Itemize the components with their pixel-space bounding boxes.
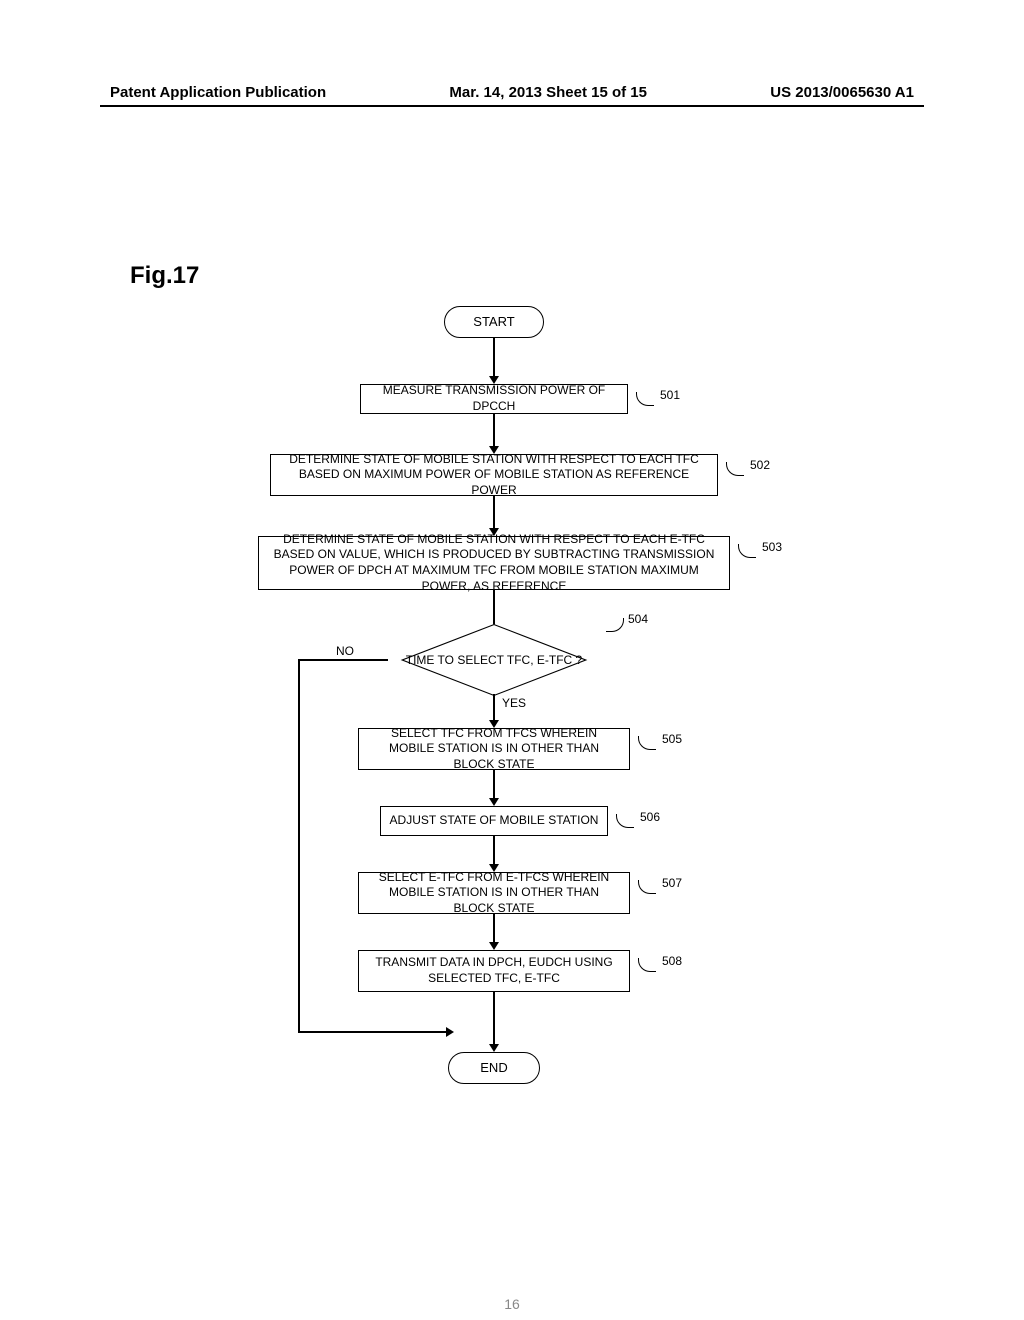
step-501: MEASURE TRANSMISSION POWER OF DPCCH bbox=[360, 384, 628, 414]
step-501-text: MEASURE TRANSMISSION POWER OF DPCCH bbox=[369, 383, 619, 414]
step-502-text: DETERMINE STATE OF MOBILE STATION WITH R… bbox=[279, 452, 709, 499]
step-508: TRANSMIT DATA IN DPCH, EUDCH USING SELEC… bbox=[358, 950, 630, 992]
step-502: DETERMINE STATE OF MOBILE STATION WITH R… bbox=[270, 454, 718, 496]
step-506: ADJUST STATE OF MOBILE STATION bbox=[380, 806, 608, 836]
step-507: SELECT E-TFC FROM E-TFCS WHEREIN MOBILE … bbox=[358, 872, 630, 914]
connector bbox=[493, 992, 495, 1046]
header-right: US 2013/0065630 A1 bbox=[770, 84, 914, 101]
ref-curve-icon bbox=[636, 392, 654, 406]
arrow-right-icon bbox=[446, 1027, 454, 1037]
header-rule bbox=[100, 105, 924, 107]
decision-504: TIME TO SELECT TFC, E-TFC ? bbox=[394, 620, 594, 700]
step-505: SELECT TFC FROM TFCS WHEREIN MOBILE STAT… bbox=[358, 728, 630, 770]
ref-505: 505 bbox=[662, 732, 682, 746]
ref-curve-icon bbox=[638, 958, 656, 972]
end-terminator: END bbox=[448, 1052, 540, 1084]
ref-502: 502 bbox=[750, 458, 770, 472]
step-503-text: DETERMINE STATE OF MOBILE STATION WITH R… bbox=[267, 532, 721, 594]
ref-501: 501 bbox=[660, 388, 680, 402]
step-506-text: ADJUST STATE OF MOBILE STATION bbox=[390, 813, 599, 829]
ref-curve-icon bbox=[616, 814, 634, 828]
arrow-down-icon bbox=[489, 798, 499, 806]
page-number: 16 bbox=[0, 1296, 1024, 1312]
connector bbox=[298, 659, 300, 1033]
ref-curve-icon bbox=[738, 544, 756, 558]
connector bbox=[493, 914, 495, 944]
ref-507: 507 bbox=[662, 876, 682, 890]
end-text: END bbox=[480, 1060, 507, 1077]
ref-curve-icon bbox=[726, 462, 744, 476]
header-left: Patent Application Publication bbox=[110, 84, 326, 101]
connector bbox=[493, 694, 495, 722]
ref-508: 508 bbox=[662, 954, 682, 968]
header-center: Mar. 14, 2013 Sheet 15 of 15 bbox=[449, 84, 647, 101]
figure-label: Fig.17 bbox=[130, 262, 199, 290]
connector bbox=[493, 496, 495, 530]
connector bbox=[493, 836, 495, 866]
ref-504: 504 bbox=[628, 612, 648, 626]
start-text: START bbox=[473, 314, 514, 331]
connector bbox=[298, 1031, 448, 1033]
connector bbox=[493, 414, 495, 448]
ref-506: 506 bbox=[640, 810, 660, 824]
step-508-text: TRANSMIT DATA IN DPCH, EUDCH USING SELEC… bbox=[367, 955, 621, 986]
no-label: NO bbox=[336, 644, 354, 658]
connector bbox=[300, 659, 388, 661]
decision-504-text: TIME TO SELECT TFC, E-TFC ? bbox=[406, 653, 582, 668]
connector bbox=[493, 338, 495, 378]
ref-curve-icon bbox=[606, 618, 624, 632]
page-header: Patent Application Publication Mar. 14, … bbox=[0, 84, 1024, 101]
ref-curve-icon bbox=[638, 736, 656, 750]
connector bbox=[493, 770, 495, 800]
ref-503: 503 bbox=[762, 540, 782, 554]
ref-curve-icon bbox=[638, 880, 656, 894]
step-505-text: SELECT TFC FROM TFCS WHEREIN MOBILE STAT… bbox=[367, 726, 621, 773]
arrow-down-icon bbox=[489, 1044, 499, 1052]
start-terminator: START bbox=[444, 306, 544, 338]
step-503: DETERMINE STATE OF MOBILE STATION WITH R… bbox=[258, 536, 730, 590]
yes-label: YES bbox=[502, 696, 526, 710]
arrow-down-icon bbox=[489, 942, 499, 950]
step-507-text: SELECT E-TFC FROM E-TFCS WHEREIN MOBILE … bbox=[367, 870, 621, 917]
